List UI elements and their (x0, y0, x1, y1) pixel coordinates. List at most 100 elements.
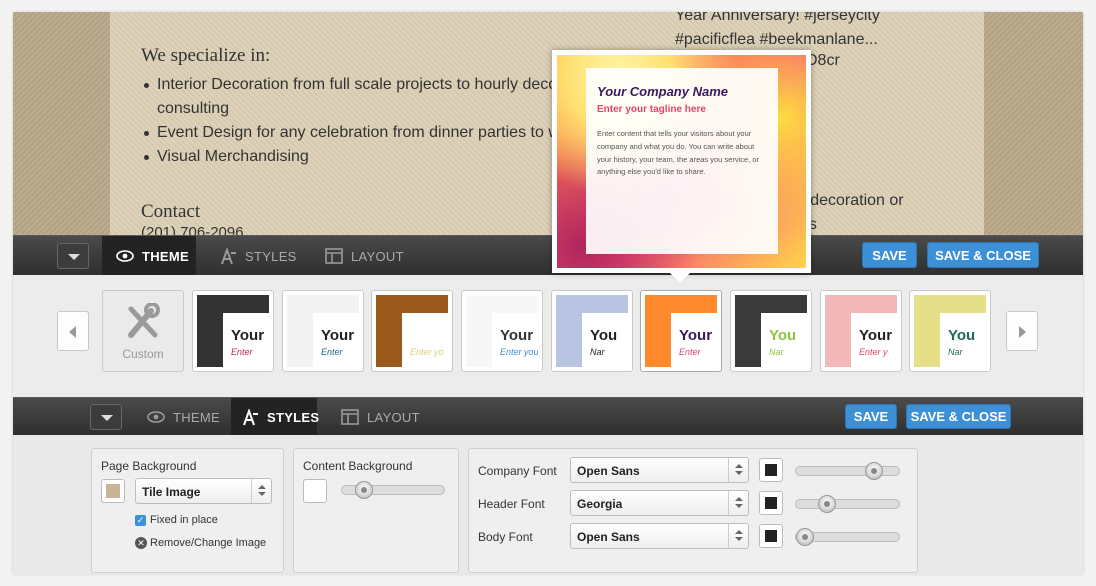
theme-thumb-title: Your (321, 327, 355, 344)
theme-thumb[interactable]: Your Enter yo (371, 290, 453, 372)
eye-icon (116, 248, 134, 264)
tab-layout[interactable]: LAYOUT (325, 236, 415, 276)
preview-company-name: Your Company Name (597, 84, 728, 99)
content-opacity-slider[interactable] (341, 481, 445, 499)
font-size-slider[interactable] (795, 495, 900, 513)
theme-thumb-subtitle: Nar (948, 347, 963, 357)
editor-window: We specialize in: Interior Decoration fr… (13, 12, 1083, 574)
theme-next-button[interactable] (1006, 311, 1038, 351)
layout-icon (325, 248, 343, 264)
theme-thumb-background: You Nar (735, 295, 807, 367)
font-label: Body Font (478, 530, 533, 544)
theme-thumb[interactable]: Your Enter you (461, 290, 543, 372)
theme-thumb-subtitle: Enter you (500, 347, 538, 357)
theme-thumb-background: Your Enter (197, 295, 269, 367)
theme-thumb-custom[interactable]: Custom (102, 290, 184, 372)
theme-thumb-background: Your Enter (645, 295, 717, 367)
theme-thumb[interactable]: You Nar (551, 290, 633, 372)
slider-knob[interactable] (818, 495, 836, 513)
tab-theme-label: THEME (142, 248, 189, 264)
font-size-slider[interactable] (795, 528, 900, 546)
theme-thumb-card: Your Enter you (492, 313, 538, 367)
tab-theme[interactable]: THEME (102, 236, 196, 276)
theme-thumb-title: You (948, 327, 976, 344)
font-color-swatch (765, 464, 777, 476)
layout-icon (341, 409, 359, 425)
specialize-heading: We specialize in: (141, 45, 271, 66)
save-button[interactable]: SAVE (862, 242, 917, 268)
theme-thumb-title: Your (859, 327, 893, 344)
font-color-swatch (765, 530, 777, 542)
styles-icon (241, 408, 259, 426)
preview-body-text: Enter content that tells your visitors a… (597, 129, 760, 177)
tweet-link-tail: D8cr (806, 52, 840, 69)
font-label: Company Font (478, 464, 557, 478)
theme-prev-button[interactable] (57, 311, 89, 351)
tab-layout-label: LAYOUT (351, 248, 404, 264)
theme-thumb-card: You Nar (761, 313, 807, 367)
slider-knob[interactable] (796, 528, 814, 546)
page-background-mode-select[interactable]: Tile Image (135, 478, 272, 504)
tab-styles[interactable]: STYLES (231, 398, 320, 436)
theme-thumb[interactable]: You Nar (730, 290, 812, 372)
theme-thumb-title: You (590, 327, 618, 344)
contact-heading: Contact (141, 201, 201, 222)
styles-icon (219, 247, 237, 265)
tab-styles[interactable]: STYLES (219, 236, 309, 276)
collapse-dropdown-button[interactable] (90, 404, 122, 430)
page-background-title: Page Background (101, 459, 197, 473)
font-color-button[interactable] (759, 458, 783, 482)
fixed-in-place-label: Fixed in place (150, 514, 218, 526)
theme-thumb-background: You Nar (556, 295, 628, 367)
tab-theme[interactable]: THEME (147, 398, 237, 436)
theme-thumb-subtitle: Enter (321, 347, 343, 357)
page-background-color-button[interactable] (101, 479, 125, 503)
tab-styles-label: STYLES (267, 409, 320, 425)
theme-thumb[interactable]: Your Enter y (820, 290, 902, 372)
font-select[interactable]: Georgia (570, 490, 749, 516)
font-select-value: Open Sans (577, 530, 640, 544)
theme-thumb-title: Your (410, 327, 444, 344)
wrench-screwdriver-icon (125, 302, 161, 346)
theme-preview-image: Your Company Name Enter your tagline her… (557, 55, 806, 268)
theme-thumb-background: Your Enter yo (376, 295, 448, 367)
theme-thumb[interactable]: Your Enter (192, 290, 274, 372)
page-background-color-swatch (106, 484, 120, 498)
collapse-dropdown-button[interactable] (57, 243, 89, 269)
font-select[interactable]: Open Sans (570, 457, 749, 483)
font-color-swatch (765, 497, 777, 509)
font-color-button[interactable] (759, 524, 783, 548)
slider-knob[interactable] (865, 462, 883, 480)
font-select[interactable]: Open Sans (570, 523, 749, 549)
preview-tagline: Enter your tagline here (597, 104, 706, 115)
theme-thumb-title: Your (679, 327, 713, 344)
save-button[interactable]: SAVE (845, 404, 897, 429)
tweet-line: #pacificflea #beekmanlane... (675, 31, 878, 48)
theme-thumb-card: You Nar (582, 313, 628, 367)
custom-theme-label: Custom (122, 347, 164, 361)
theme-thumb[interactable]: Your Enter (640, 290, 722, 372)
page-background-group: Page Background Tile Image ✓ Fixed in pl… (91, 448, 284, 573)
theme-thumb-subtitle: Enter (231, 347, 253, 357)
theme-thumb-card: Your Enter (313, 313, 359, 367)
tweet-line: Year Anniversary! #jerseycity (675, 12, 880, 24)
theme-thumb-subtitle: Nar (769, 347, 784, 357)
remove-change-image-link[interactable]: Remove/Change Image (150, 537, 266, 549)
slider-knob[interactable] (355, 481, 373, 499)
save-close-button[interactable]: SAVE & CLOSE (906, 404, 1011, 429)
content-background-color-button[interactable] (303, 479, 327, 503)
theme-thumb-card: Your Enter (223, 313, 269, 367)
tab-layout[interactable]: LAYOUT (341, 398, 431, 436)
font-size-slider[interactable] (795, 462, 900, 480)
theme-thumb[interactable]: You Nar (909, 290, 991, 372)
page-background-mode-value: Tile Image (142, 485, 201, 499)
theme-thumb-card: Your Enter yo (402, 313, 448, 367)
font-color-button[interactable] (759, 491, 783, 515)
theme-thumb[interactable]: Your Enter (282, 290, 364, 372)
select-arrows-icon (728, 491, 748, 515)
save-close-button[interactable]: SAVE & CLOSE (927, 242, 1039, 268)
remove-icon[interactable]: ✕ (135, 537, 147, 549)
fixed-in-place-checkbox[interactable]: ✓ (135, 515, 146, 526)
tab-layout-label: LAYOUT (367, 409, 420, 425)
theme-thumb-subtitle: Enter yo (410, 347, 444, 357)
